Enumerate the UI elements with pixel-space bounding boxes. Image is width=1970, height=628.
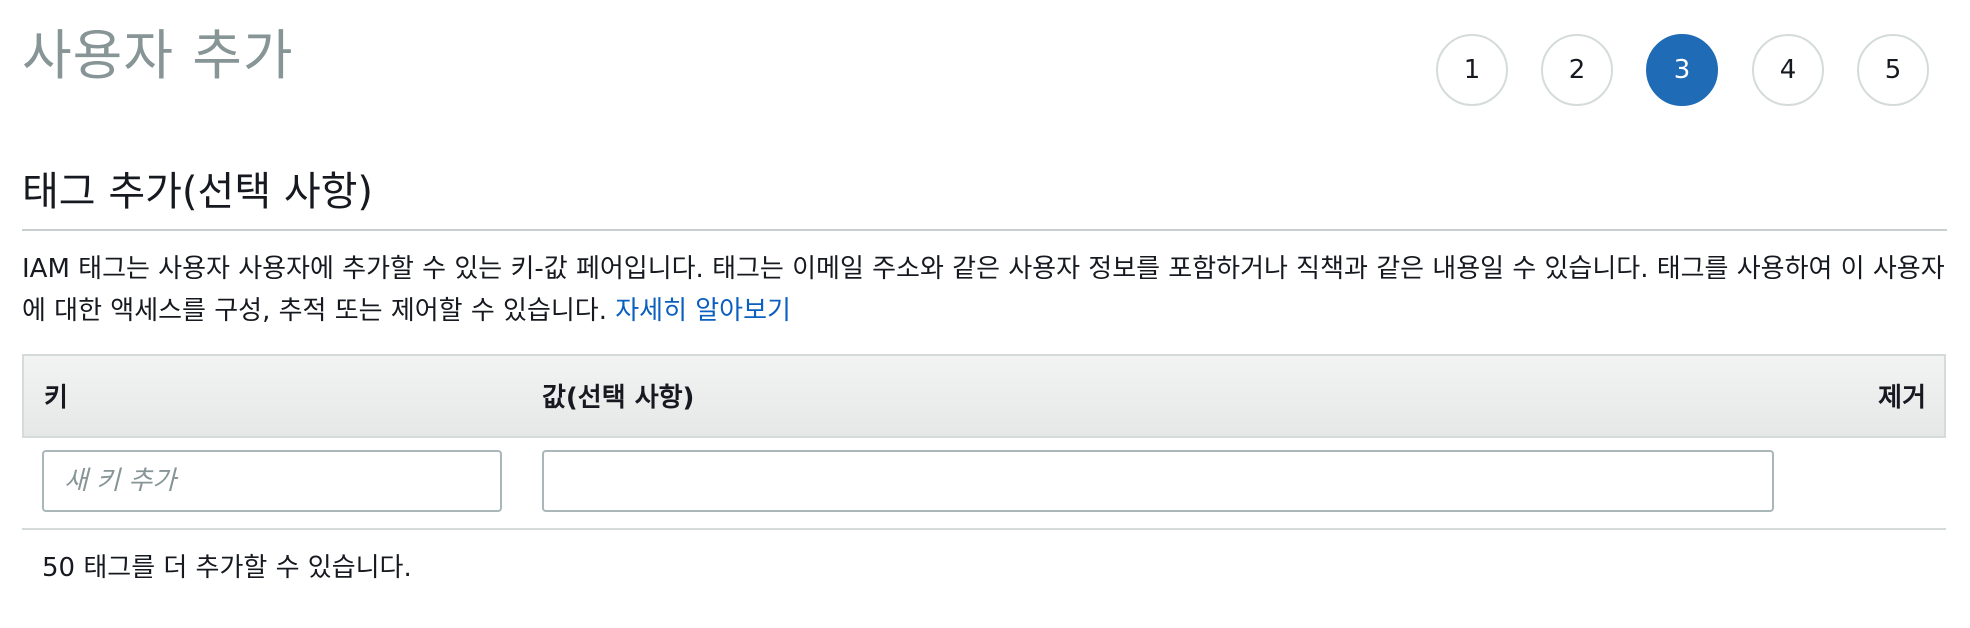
step-3-current[interactable]: 3: [1646, 34, 1718, 106]
section-description: IAM 태그는 사용자 사용자에 추가할 수 있는 키-값 페어입니다. 태그는…: [22, 248, 1952, 332]
learn-more-link[interactable]: 자세히 알아보기: [615, 296, 791, 326]
remaining-tags-note: 50 태그를 더 추가할 수 있습니다.: [42, 553, 412, 583]
tag-table-header: 키 값(선택 사항) 제거: [22, 354, 1946, 438]
step-4[interactable]: 4: [1752, 34, 1824, 106]
column-header-key: 키: [44, 383, 68, 413]
tag-table: 키 값(선택 사항) 제거: [22, 354, 1946, 530]
table-row: [22, 438, 1946, 530]
tag-key-input[interactable]: [42, 450, 502, 512]
section-title: 태그 추가(선택 사항): [22, 169, 374, 215]
tag-value-input[interactable]: [542, 450, 1774, 512]
step-2[interactable]: 2: [1541, 34, 1613, 106]
step-5[interactable]: 5: [1857, 34, 1929, 106]
step-1[interactable]: 1: [1436, 34, 1508, 106]
column-header-remove: 제거: [1878, 383, 1926, 413]
column-header-value: 값(선택 사항): [542, 383, 695, 413]
description-text: IAM 태그는 사용자 사용자에 추가할 수 있는 키-값 페어입니다. 태그는…: [22, 254, 1945, 326]
page-title: 사용자 추가: [22, 24, 294, 87]
section-divider: [22, 229, 1947, 231]
